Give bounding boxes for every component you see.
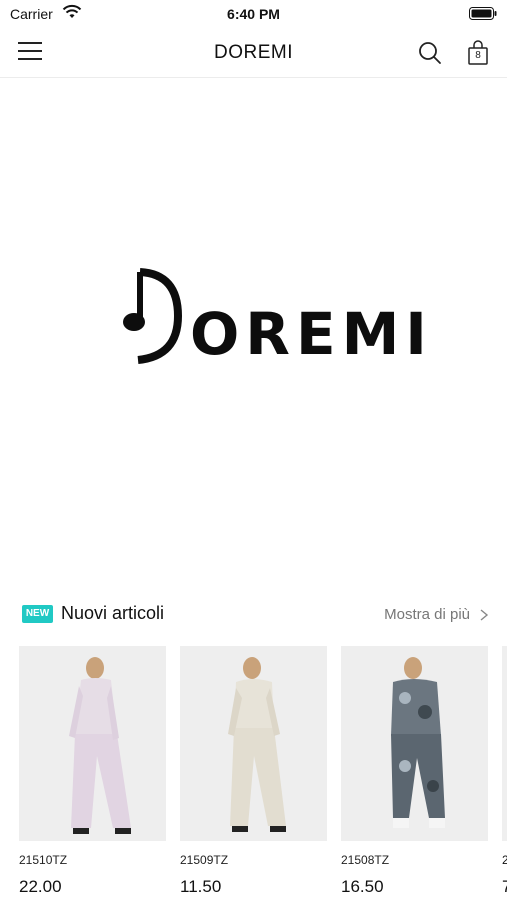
product-image — [19, 646, 166, 841]
model-figure-icon — [341, 646, 488, 841]
cart-button[interactable]: 8 — [467, 40, 489, 66]
product-card[interactable]: 21508TZ 16.50 — [341, 646, 488, 900]
brand-logo: OREMI — [120, 264, 427, 368]
hero-banner[interactable]: OREMI — [0, 79, 507, 579]
search-icon[interactable] — [417, 40, 443, 66]
product-price: 11.50 — [180, 877, 222, 896]
model-figure-icon — [180, 646, 327, 841]
product-price: 22.00 — [19, 877, 62, 896]
product-code: 21509TZ — [180, 853, 229, 867]
battery-icon — [469, 7, 497, 20]
chevron-right-icon[interactable] — [479, 608, 489, 622]
cart-count-badge: 8 — [475, 50, 481, 61]
product-image — [341, 646, 488, 841]
product-code: 2 — [502, 853, 507, 867]
product-carousel[interactable]: 21510TZ 22.00 21509TZ 11.50 21508TZ 16.5… — [19, 646, 507, 900]
status-time: 6:40 PM — [227, 6, 280, 22]
show-more-link[interactable]: Mostra di più — [384, 606, 470, 623]
product-price: 16.50 — [341, 877, 384, 896]
product-code: 21510TZ — [19, 853, 68, 867]
logo-wordmark: OREMI — [190, 300, 433, 368]
music-note-d-logo — [123, 268, 183, 364]
new-items-header: NEW Nuovi articoli Mostra di più — [0, 600, 507, 630]
product-price: 7 — [502, 877, 507, 896]
product-card[interactable]: 21510TZ 22.00 — [19, 646, 166, 900]
new-badge: NEW — [22, 605, 53, 623]
nav-bar: DOREMI 8 — [0, 28, 507, 78]
product-image — [502, 646, 507, 841]
model-figure-icon — [19, 646, 166, 841]
product-card[interactable]: 21509TZ 11.50 — [180, 646, 327, 900]
product-card-partial[interactable]: 2 7 — [502, 646, 507, 900]
product-code: 21508TZ — [341, 853, 390, 867]
section-title: Nuovi articoli — [61, 603, 165, 623]
product-image — [180, 646, 327, 841]
status-bar: Carrier 6:40 PM — [0, 0, 507, 28]
